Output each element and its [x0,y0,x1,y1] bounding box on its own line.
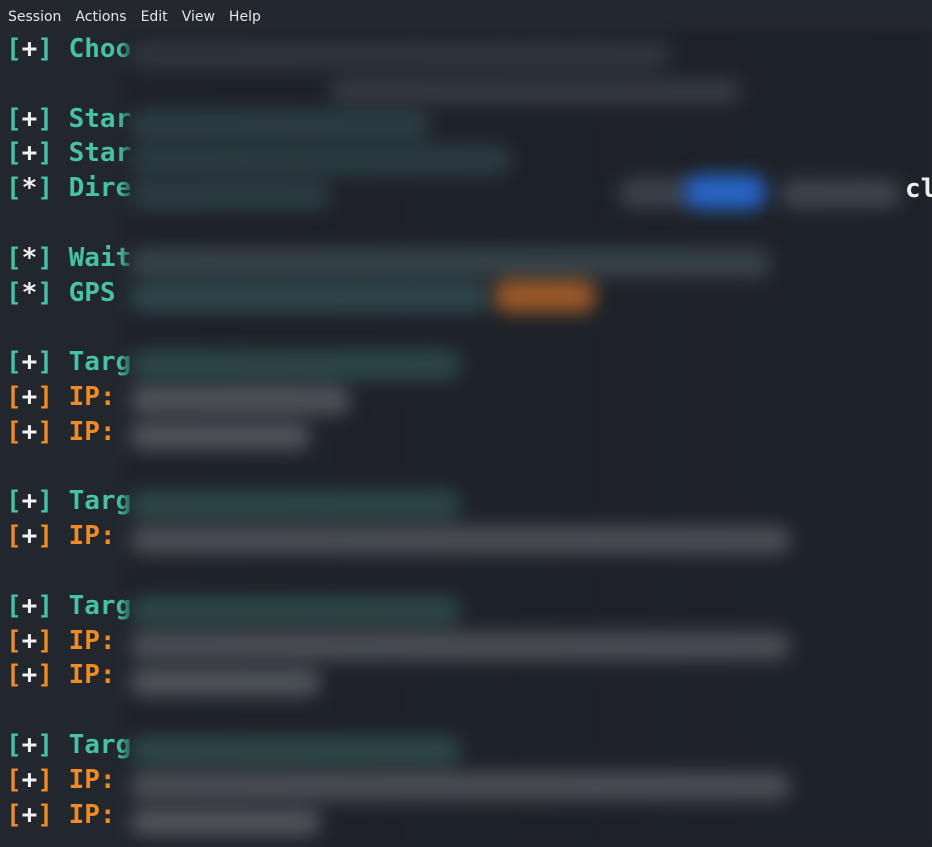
menu-help[interactable]: Help [229,9,261,25]
status-marker: + [21,34,38,64]
status-marker: + [21,521,38,552]
status-marker: + [21,729,38,760]
status-marker: + [21,625,38,656]
terminal-line-text: IP: [68,381,116,412]
terminal-window: Session Actions Edit View Help [+] Choo … [0,0,932,847]
menu-session[interactable]: Session [8,9,61,25]
redaction-blur [120,30,932,847]
status-marker: + [21,138,38,169]
status-marker: * [21,242,38,273]
terminal-line-text: IP: [68,521,116,552]
status-marker: + [21,347,38,378]
status-marker: * [21,277,38,308]
visible-text-fragment: cl [905,174,932,204]
status-marker: + [21,416,38,447]
terminal-line-text: IP: [68,660,116,691]
status-marker: + [21,103,38,134]
status-marker: + [21,381,38,412]
menu-view[interactable]: View [182,9,215,25]
status-marker: + [21,660,38,691]
status-marker: + [21,486,38,517]
terminal-line-text: IP: [68,416,116,447]
menubar: Session Actions Edit View Help [0,0,932,34]
menu-edit[interactable]: Edit [141,9,168,25]
terminal-line-text: IP: [68,625,116,656]
status-marker: + [21,590,38,621]
status-marker: * [21,173,38,204]
terminal-line-text: GPS [68,277,116,308]
terminal-line-text: IP: [68,799,116,830]
terminal-line-text: IP: [68,764,116,795]
menu-actions[interactable]: Actions [75,9,126,25]
status-marker: + [21,799,38,830]
status-marker: + [21,764,38,795]
